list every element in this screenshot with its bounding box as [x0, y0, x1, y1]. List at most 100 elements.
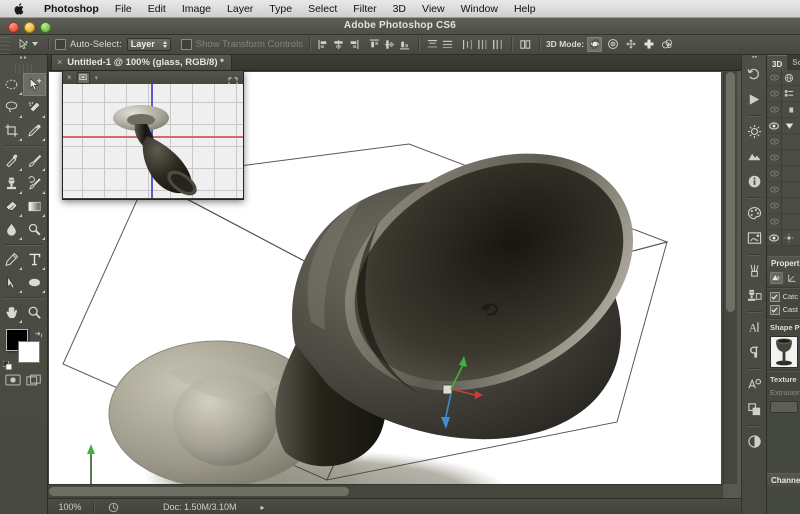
menu-file[interactable]: File	[107, 0, 140, 18]
auto-align-layers-button[interactable]	[519, 38, 532, 51]
list-item[interactable]	[767, 150, 800, 166]
environment-icon[interactable]	[782, 73, 800, 83]
gradient-tool-button[interactable]	[23, 195, 46, 218]
menu-photoshop[interactable]: Photoshop	[36, 0, 107, 18]
visibility-toggle[interactable]	[767, 134, 782, 149]
visibility-toggle[interactable]	[767, 70, 782, 85]
list-item[interactable]	[767, 230, 800, 246]
character-panel-icon[interactable]: A	[742, 315, 767, 340]
quick-selection-tool-button[interactable]	[23, 96, 46, 119]
menu-select[interactable]: Select	[300, 0, 345, 18]
visibility-toggle[interactable]	[767, 198, 782, 213]
lasso-tool-button[interactable]	[0, 96, 23, 119]
dock-grip[interactable]: ▪▪	[742, 54, 767, 62]
menu-help[interactable]: Help	[506, 0, 544, 18]
scale-3d-object-button[interactable]	[659, 37, 674, 52]
crop-tool-button[interactable]	[0, 119, 23, 142]
default-colors-icon[interactable]	[2, 357, 12, 370]
styles-panel-icon[interactable]	[742, 144, 767, 169]
scrollbar-thumb[interactable]	[726, 72, 735, 312]
list-item[interactable]	[767, 70, 800, 86]
brush-tool-button[interactable]	[23, 149, 46, 172]
apple-logo-icon[interactable]	[12, 2, 26, 16]
distribute-horizontal-centers-button[interactable]	[476, 38, 489, 51]
goblet-preset-thumbnail[interactable]	[770, 336, 798, 368]
extrusion-slider[interactable]	[770, 401, 798, 413]
menu-image[interactable]: Image	[174, 0, 219, 18]
coordinates-icon[interactable]	[786, 272, 799, 284]
list-item[interactable]	[767, 134, 800, 150]
scene-icon[interactable]	[782, 89, 800, 99]
distribute-left-edges-button[interactable]	[461, 38, 474, 51]
light-icon[interactable]	[782, 233, 800, 243]
status-menu-arrow-icon[interactable]: ▸	[261, 503, 265, 512]
close-icon[interactable]: ×	[67, 73, 72, 82]
list-item[interactable]	[767, 182, 800, 198]
list-item[interactable]	[767, 86, 800, 102]
dodge-tool-button[interactable]	[23, 218, 46, 241]
list-item[interactable]	[767, 166, 800, 182]
info-panel-icon[interactable]	[742, 169, 767, 194]
paragraph-panel-icon[interactable]	[742, 340, 767, 365]
document-tab[interactable]: × Untitled-1 @ 100% (glass, RGB/8) *	[51, 54, 232, 70]
visibility-toggle[interactable]	[767, 150, 782, 165]
align-vertical-centers-button[interactable]	[383, 38, 396, 51]
background-color-swatch[interactable]	[18, 341, 40, 363]
scrollbar-thumb[interactable]	[49, 487, 349, 496]
menu-layer[interactable]: Layer	[219, 0, 261, 18]
channels-panel-header[interactable]: Channe	[767, 473, 800, 487]
spot-healing-brush-tool-button[interactable]	[0, 149, 23, 172]
current-view-icon[interactable]	[782, 105, 800, 115]
menu-type[interactable]: Type	[261, 0, 300, 18]
visibility-toggle[interactable]	[767, 230, 782, 245]
visibility-toggle[interactable]	[767, 118, 782, 133]
adjustment-layer-icon[interactable]	[742, 429, 767, 454]
history-panel-icon[interactable]	[742, 62, 767, 87]
zoom-tool-button[interactable]	[23, 301, 46, 324]
tab-scene[interactable]: Sc	[787, 54, 800, 70]
drag-3d-object-button[interactable]	[623, 37, 638, 52]
secondary-3d-view-panel[interactable]: × ▾	[62, 70, 244, 200]
align-horizontal-centers-button[interactable]	[332, 38, 345, 51]
secondary-view-icon[interactable]	[76, 71, 90, 84]
align-left-edges-button[interactable]	[317, 38, 330, 51]
mesh-icon[interactable]	[782, 121, 800, 131]
rotate-3d-object-button[interactable]	[587, 36, 603, 52]
adjustments-panel-icon[interactable]	[742, 119, 767, 144]
preview-icon[interactable]	[108, 502, 119, 513]
catch-shadows-checkbox[interactable]	[770, 291, 780, 302]
align-top-edges-button[interactable]	[368, 38, 381, 51]
close-window-button[interactable]	[8, 22, 19, 33]
roll-3d-object-button[interactable]	[605, 37, 620, 52]
paragraph-styles-panel-icon[interactable]	[742, 397, 767, 422]
slide-3d-object-button[interactable]	[641, 37, 656, 52]
properties-panel-header[interactable]: Properties	[767, 256, 800, 270]
ellipse-shape-tool-button[interactable]	[23, 271, 46, 294]
auto-select-checkbox[interactable]	[55, 38, 66, 50]
options-bar-grip[interactable]	[0, 34, 10, 54]
zoom-level[interactable]: 100%	[47, 502, 93, 512]
list-item[interactable]	[767, 214, 800, 230]
visibility-toggle[interactable]	[767, 214, 782, 229]
eyedropper-tool-button[interactable]	[23, 119, 46, 142]
zoom-window-button[interactable]	[40, 22, 51, 33]
pen-tool-button[interactable]	[0, 248, 23, 271]
screen-mode-icon[interactable]	[25, 373, 43, 387]
menu-3d[interactable]: 3D	[385, 0, 414, 18]
character-styles-panel-icon[interactable]	[742, 372, 767, 397]
current-tool-icon[interactable]	[10, 38, 42, 50]
cast-shadows-row[interactable]: Cast	[767, 303, 800, 316]
blur-tool-button[interactable]	[0, 218, 23, 241]
list-item[interactable]	[767, 198, 800, 214]
toolbox-handle[interactable]	[12, 64, 35, 73]
chevron-down-icon[interactable]: ▾	[95, 74, 99, 82]
color-panel-icon[interactable]	[742, 201, 767, 226]
visibility-toggle[interactable]	[767, 182, 782, 197]
mesh-properties-icon[interactable]	[770, 271, 783, 284]
align-right-edges-button[interactable]	[347, 38, 360, 51]
list-item[interactable]	[767, 102, 800, 118]
secondary-view-canvas[interactable]	[63, 84, 243, 198]
distribute-vertical-centers-button[interactable]	[441, 38, 454, 51]
menu-edit[interactable]: Edit	[140, 0, 174, 18]
catch-shadows-row[interactable]: Catc	[767, 290, 800, 303]
